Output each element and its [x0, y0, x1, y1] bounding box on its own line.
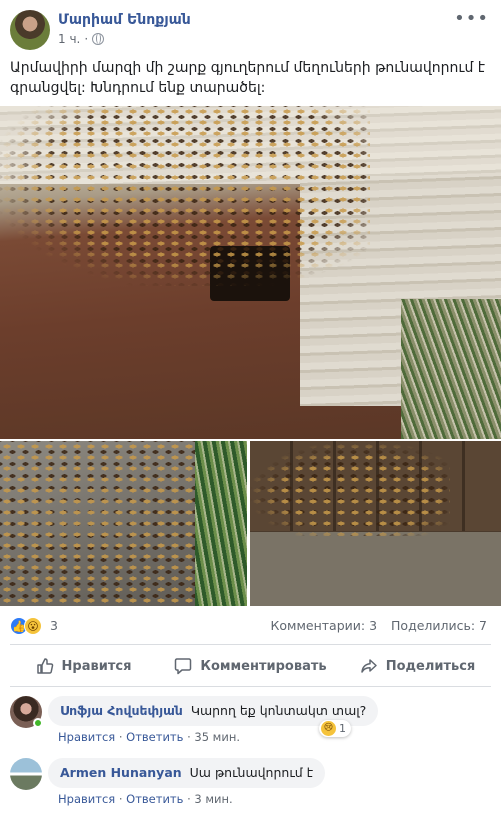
- photo-dead-bees-hive-entrance[interactable]: [0, 106, 501, 439]
- photo-dead-bees-wall[interactable]: [250, 441, 501, 606]
- wow-icon: 😮: [24, 617, 42, 635]
- author-name[interactable]: Մարիամ Ենոքյան: [58, 12, 191, 28]
- comment-icon: [175, 658, 192, 675]
- sad-icon: 😢: [321, 721, 336, 736]
- share-label: Поделиться: [385, 658, 476, 674]
- online-status-icon: [33, 718, 43, 728]
- globe-icon[interactable]: [92, 33, 105, 45]
- comment-button[interactable]: Комментировать: [167, 648, 334, 684]
- commenter-name[interactable]: Սոֆյա Հովսեփյան: [60, 703, 183, 718]
- post-stats: 👍 😮 3 Комментарии: 3 Поделились: 7: [0, 610, 501, 642]
- post-actions: Нравится Комментировать Поделиться: [0, 648, 501, 684]
- comment-reaction-count: 1: [339, 722, 346, 735]
- photo-dead-bees-ground[interactable]: [0, 441, 247, 606]
- comment-text: Կարող եք կոնտակտ տալ?: [190, 703, 367, 718]
- comment-like-link[interactable]: Нравится: [58, 792, 115, 806]
- ellipsis-icon[interactable]: •••: [454, 8, 489, 29]
- share-icon: [360, 659, 377, 673]
- reaction-icons[interactable]: 👍 😮: [10, 617, 42, 635]
- comments-count[interactable]: Комментарии: 3: [271, 618, 378, 633]
- like-label: Нравится: [61, 658, 132, 674]
- post-meta: 1 ч. ·: [58, 32, 105, 46]
- comment-time[interactable]: 3 мин.: [194, 792, 232, 806]
- comment-reactions[interactable]: 😢 1: [319, 720, 351, 737]
- post-text: Արմավիրի մարզի մի շարք գյուղերում մեղուն…: [10, 60, 485, 96]
- comment-reply-link[interactable]: Ответить: [126, 730, 183, 744]
- commenter-avatar[interactable]: [10, 758, 42, 790]
- post-header: Մարիամ Ենոքյան 1 ч. · •••: [0, 0, 501, 52]
- author-avatar[interactable]: [10, 10, 50, 50]
- divider: [10, 686, 491, 687]
- post-time[interactable]: 1 ч.: [58, 32, 80, 46]
- comment-actions: Нравится · Ответить · 35 мин.: [58, 730, 241, 744]
- share-button[interactable]: Поделиться: [334, 648, 501, 684]
- comment-time[interactable]: 35 мин.: [194, 730, 240, 744]
- comment-bubble: Armen Hunanyan Սա թունավորում է: [48, 758, 326, 788]
- comment-text: Սա թունավորում է: [189, 765, 314, 780]
- comment-actions: Нравится · Ответить · 3 мин.: [58, 792, 233, 806]
- divider: [10, 644, 491, 645]
- thumbs-up-icon: [36, 658, 53, 674]
- shares-count[interactable]: Поделились: 7: [391, 618, 487, 633]
- comment-like-link[interactable]: Нравится: [58, 730, 115, 744]
- comment-label: Комментировать: [200, 658, 327, 674]
- comment-reply-link[interactable]: Ответить: [126, 792, 183, 806]
- like-button[interactable]: Нравится: [0, 648, 167, 684]
- reactions-count[interactable]: 3: [50, 618, 58, 633]
- commenter-name[interactable]: Armen Hunanyan: [60, 765, 182, 780]
